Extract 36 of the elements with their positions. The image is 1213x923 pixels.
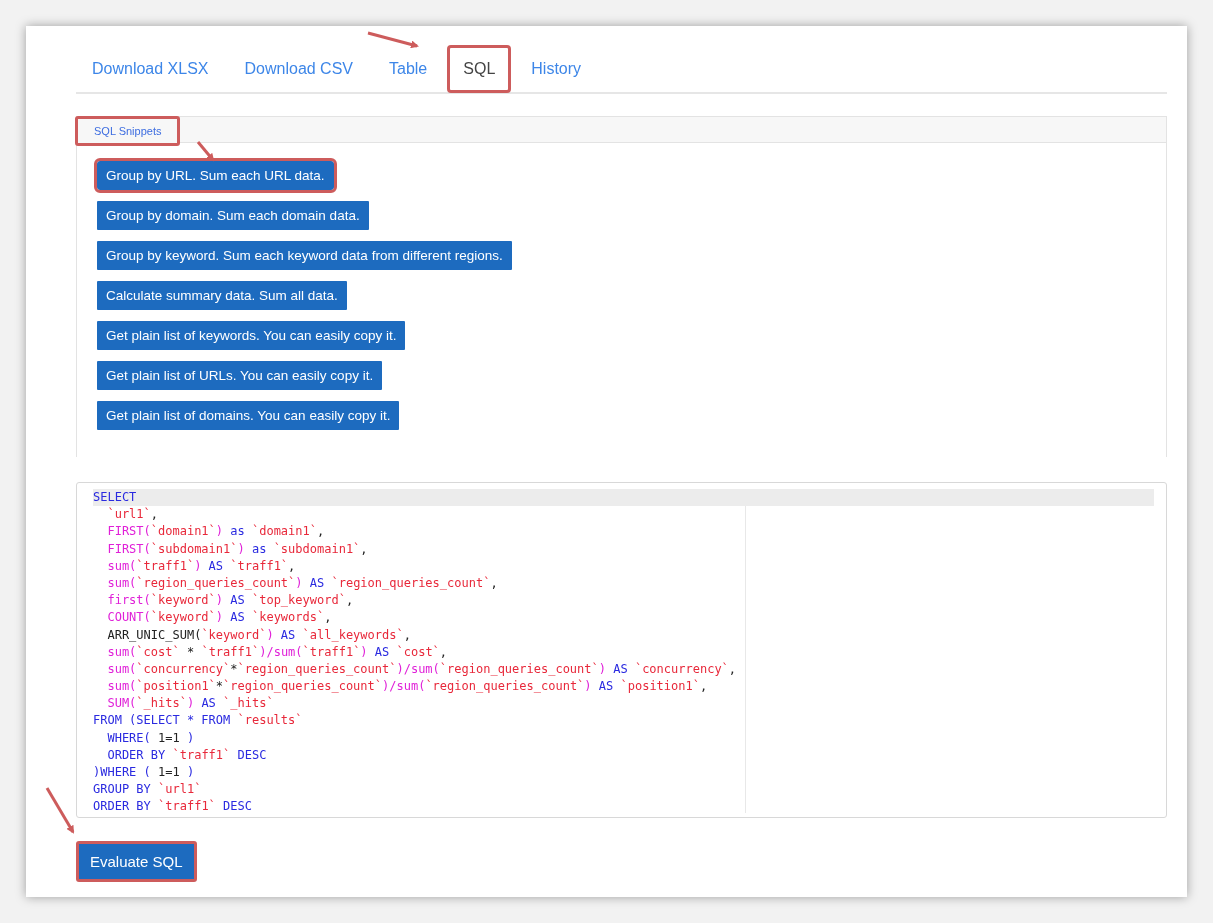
snippet-button[interactable]: Get plain list of domains. You can easily copy it.: [97, 401, 400, 430]
snippet-button[interactable]: Group by domain. Sum each domain data.: [97, 201, 369, 230]
code-line: FIRST(`domain1`) as `domain1`,: [106, 523, 326, 541]
nav-tab[interactable]: Download CSV: [228, 45, 369, 93]
evaluate-sql-button[interactable]: Evaluate SQL: [76, 841, 197, 882]
code-line: sum(`concurrency`*`region_queries_count`)/sum(`region_queries_count`) AS `concurrency`,: [106, 660, 738, 678]
code-line: ARR_UNIC_SUM(`keyword`) AS `all_keywords`,: [106, 626, 412, 644]
snippet-button[interactable]: Group by keyword. Sum each keyword data from different regions.: [97, 241, 512, 270]
snippet-button[interactable]: Calculate summary data. Sum all data.: [97, 281, 347, 310]
code-line: COUNT(`keyword`) AS `keywords`,: [106, 609, 333, 627]
annotation-arrow: [367, 31, 419, 49]
annotation-arrow: [196, 141, 215, 162]
nav-tab[interactable]: Table: [373, 45, 444, 93]
snippet-button[interactable]: Group by URL. Sum each URL data.: [97, 161, 334, 190]
code-line: `url1`,: [106, 506, 160, 524]
code-line: sum(`traff1`) AS `traff1`,: [106, 557, 297, 575]
snippets-tab[interactable]: SQL Snippets: [75, 116, 181, 146]
annotation-arrow: [45, 787, 75, 834]
code-line: FIRST(`subdomain1`) as `subdomain1`,: [106, 540, 369, 558]
snippet-button[interactable]: Get plain list of keywords. You can easily copy it.: [97, 321, 406, 350]
code-line: FROM (SELECT * FROM `results`: [93, 712, 304, 730]
sql-editor[interactable]: [76, 482, 1167, 818]
code-line: ORDER BY `traff1` DESC: [93, 798, 253, 816]
code-line: ORDER BY `traff1` DESC: [106, 746, 268, 764]
code-line: GROUP BY `url1`: [93, 781, 203, 799]
code-line: sum(`position1`*`region_queries_count`)/sum(`region_queries_count`) AS `position1`,: [106, 678, 709, 696]
code-line: sum(`region_queries_count`) AS `region_queries_count`,: [106, 574, 499, 592]
nav-tab[interactable]: SQL: [447, 45, 512, 93]
snippet-button[interactable]: Get plain list of URLs. You can easily copy it.: [97, 361, 383, 390]
code-line: WHERE( 1=1 ): [106, 729, 196, 747]
code-line: sum(`cost` * `traff1`)/sum(`traff1`) AS `cost`,: [106, 643, 449, 661]
nav-tab[interactable]: Download XLSX: [76, 45, 225, 93]
code-line: )WHERE ( 1=1 ): [93, 764, 196, 781]
code-line: SUM(`_hits`) AS `_hits`: [106, 695, 275, 713]
nav-tab[interactable]: History: [515, 45, 598, 93]
code-line: first(`keyword`) AS `top_keyword`,: [106, 592, 355, 610]
